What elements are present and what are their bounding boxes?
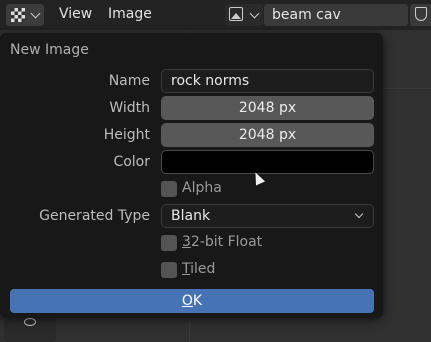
shield-icon xyxy=(415,7,427,21)
fake-user-button[interactable] xyxy=(410,4,431,26)
alpha-checkbox[interactable] xyxy=(161,181,177,197)
height-label: Height xyxy=(103,127,150,143)
dialog-title: New Image xyxy=(10,42,89,58)
menu-view[interactable]: View xyxy=(59,6,92,22)
chevron-down-icon xyxy=(354,209,364,219)
tiled-checkbox[interactable] xyxy=(161,262,177,278)
image-editor-checker-icon xyxy=(11,8,25,22)
image-name-field[interactable]: beam cav xyxy=(264,4,408,26)
tiled-label: Tiled xyxy=(182,261,216,277)
chevron-down-icon xyxy=(249,8,260,19)
width-field[interactable]: 2048 px xyxy=(161,96,374,120)
browse-image-dropdown[interactable] xyxy=(225,4,263,26)
color-swatch[interactable] xyxy=(161,150,374,174)
float-label: 32-bit Float xyxy=(182,234,263,250)
color-label: Color xyxy=(113,154,150,170)
new-image-dialog: New Image Name rock norms Width 2048 px … xyxy=(0,33,383,318)
editor-type-dropdown[interactable] xyxy=(6,4,44,26)
ok-button[interactable]: OK xyxy=(10,289,374,313)
chevron-down-icon xyxy=(30,8,41,19)
name-label: Name xyxy=(108,73,150,89)
generated-type-value: Blank xyxy=(171,208,211,224)
height-field[interactable]: 2048 px xyxy=(161,123,374,147)
menu-image[interactable]: Image xyxy=(108,6,152,22)
name-input[interactable]: rock norms xyxy=(161,69,374,93)
width-label: Width xyxy=(109,100,150,116)
generated-type-select[interactable]: Blank xyxy=(161,204,374,228)
image-editor-header: View Image beam cav xyxy=(0,0,431,30)
alpha-label: Alpha xyxy=(182,180,222,196)
generated-type-label: Generated Type xyxy=(39,208,150,224)
float-checkbox[interactable] xyxy=(161,235,177,251)
view-icon xyxy=(24,318,36,326)
image-browse-icon xyxy=(229,7,243,21)
